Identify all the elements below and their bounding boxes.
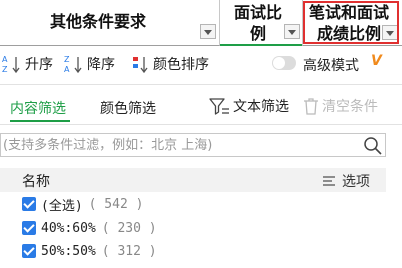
filter-dropdown-icon[interactable]: [200, 24, 216, 39]
active-tab-underline: [10, 120, 70, 122]
toggle-knob: [273, 57, 285, 69]
column-header-other-requirements[interactable]: 其他条件要求: [0, 0, 220, 46]
color-sort-icon: [133, 57, 148, 74]
list-item-count: ( 542 ): [88, 196, 144, 212]
checkbox-checked-icon[interactable]: [22, 221, 36, 235]
column-title-line: 例: [249, 24, 266, 43]
sort-ascending-icon: A Z: [2, 55, 20, 74]
color-sort-label: 颜色排序: [153, 57, 209, 73]
vip-badge-icon: V: [371, 53, 382, 69]
column-title-line: 成绩比例: [316, 24, 381, 43]
column-title: 其他条件要求: [50, 12, 147, 31]
column-title: 面试比 例: [232, 2, 284, 44]
filter-search-box: [0, 133, 386, 157]
column-header-score-ratio[interactable]: 笔试和面试 成绩比例: [303, 0, 402, 46]
advanced-mode-toggle[interactable]: [272, 56, 296, 70]
list-header: 名称 选项: [0, 168, 386, 192]
svg-text:A: A: [2, 55, 8, 64]
checkbox-checked-icon[interactable]: [22, 244, 36, 258]
svg-text:Z: Z: [64, 55, 70, 64]
sort-descending-icon: Z A: [64, 55, 82, 74]
list-item[interactable]: 50%:50% ( 312 ): [22, 240, 157, 262]
options-button[interactable]: 选项: [322, 171, 370, 191]
clear-conditions-button[interactable]: 清空条件: [302, 96, 378, 116]
active-filter-underline: [220, 44, 302, 46]
search-icon[interactable]: [363, 136, 383, 156]
list-item-label: (全选): [41, 198, 83, 214]
column-header-interview-ratio[interactable]: 面试比 例: [220, 0, 303, 46]
options-list-icon: [323, 176, 335, 186]
column-title-line: 笔试和面试: [308, 3, 389, 22]
column-header-strip: 其他条件要求 面试比 例 笔试和面试 成绩比例: [0, 0, 402, 46]
tab-content-filter[interactable]: 内容筛选: [10, 98, 66, 118]
svg-text:A: A: [64, 65, 70, 74]
advanced-mode-label: 高级模式: [303, 58, 359, 74]
divider: [0, 84, 402, 85]
column-title-line: 面试比: [233, 3, 282, 22]
filter-search-input[interactable]: [3, 136, 353, 154]
list-item[interactable]: (全选) ( 542 ): [22, 193, 143, 215]
funnel-icon: [209, 98, 229, 115]
color-sort-button[interactable]: 颜色排序: [132, 54, 209, 74]
sort-descending-button[interactable]: Z A 降序: [64, 54, 115, 74]
column-title: 笔试和面试 成绩比例: [307, 2, 391, 44]
list-name-header: 名称: [22, 174, 50, 190]
list-item-label: 40%:60%: [41, 220, 96, 236]
list-item-label: 50%:50%: [41, 243, 96, 259]
list-item[interactable]: 40%:60% ( 230 ): [22, 217, 157, 239]
list-item-count: ( 230 ): [101, 220, 157, 236]
clear-conditions-label: 清空条件: [322, 99, 378, 115]
tab-color-filter[interactable]: 颜色筛选: [100, 98, 156, 118]
sort-ascending-label: 升序: [25, 57, 53, 73]
divider: [0, 124, 402, 125]
filter-dropdown-icon[interactable]: [382, 25, 398, 40]
sort-descending-label: 降序: [87, 57, 115, 73]
text-filter-button[interactable]: 文本筛选: [208, 96, 289, 116]
options-label: 选项: [342, 174, 370, 190]
svg-text:Z: Z: [2, 65, 8, 74]
text-filter-label: 文本筛选: [233, 99, 289, 115]
checkbox-checked-icon[interactable]: [22, 197, 36, 211]
trash-icon: [304, 98, 318, 115]
sort-ascending-button[interactable]: A Z 升序: [2, 54, 53, 74]
list-item-count: ( 312 ): [101, 243, 157, 259]
filter-dropdown-icon[interactable]: [284, 24, 300, 39]
